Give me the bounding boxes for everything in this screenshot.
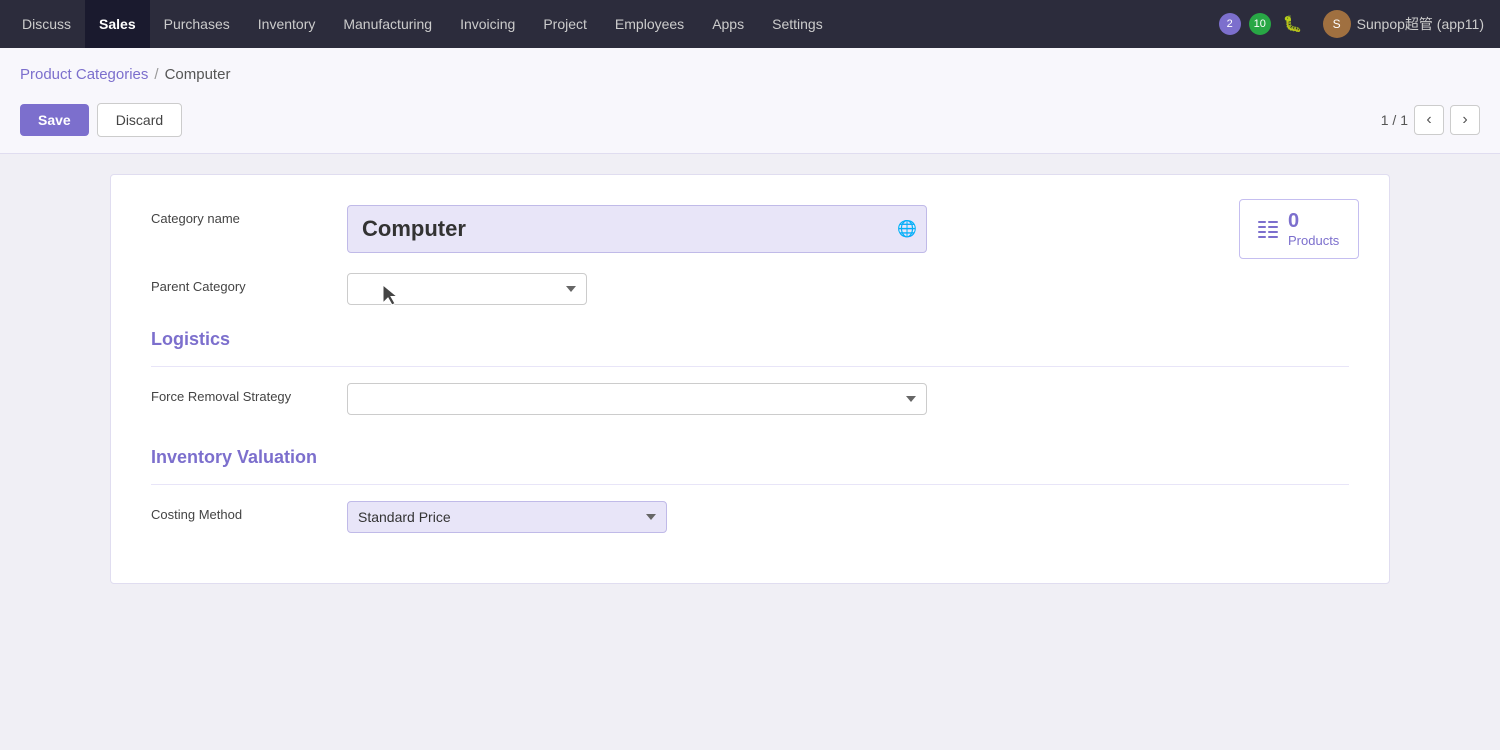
products-smart-button[interactable]: 0 Products (1239, 199, 1359, 259)
costing-method-row: Costing Method Standard Price Average Co… (151, 501, 1349, 533)
badge-messages[interactable]: 2 (1219, 13, 1241, 35)
logistics-divider (151, 366, 1349, 367)
form-card: 0 Products Category name 🌐 Parent Catego… (110, 174, 1390, 584)
nav-manufacturing[interactable]: Manufacturing (329, 0, 446, 48)
main-content: 0 Products Category name 🌐 Parent Catego… (0, 154, 1500, 741)
parent-category-row: Parent Category (151, 273, 1349, 305)
products-label: Products (1288, 233, 1339, 248)
smart-button-content: 0 Products (1288, 210, 1339, 248)
nav-project[interactable]: Project (529, 0, 601, 48)
nav-sales[interactable]: Sales (85, 0, 150, 48)
breadcrumb: Product Categories / Computer (0, 48, 1500, 93)
costing-method-label: Costing Method (151, 501, 331, 522)
parent-category-label: Parent Category (151, 273, 331, 294)
next-button[interactable]: › (1450, 105, 1480, 135)
globe-icon[interactable]: 🌐 (897, 219, 917, 239)
nav-employees[interactable]: Employees (601, 0, 698, 48)
logistics-section-header: Logistics (151, 329, 1349, 350)
avatar: S (1323, 10, 1351, 38)
breadcrumb-current: Computer (165, 66, 231, 83)
category-name-wrapper: 🌐 (347, 205, 927, 253)
pagination-text: 1 / 1 (1381, 112, 1408, 128)
pagination: 1 / 1 ‹ › (1381, 105, 1480, 135)
topnav-right-area: 2 10 🐛 S Sunpop超管 (app11) (1219, 10, 1492, 38)
category-name-label: Category name (151, 205, 331, 226)
products-count: 0 (1288, 210, 1339, 233)
user-label: Sunpop超管 (app11) (1357, 14, 1484, 34)
products-list-icon (1256, 217, 1280, 241)
nav-discuss[interactable]: Discuss (8, 0, 85, 48)
nav-invoicing[interactable]: Invoicing (446, 0, 529, 48)
inventory-valuation-section-header: Inventory Valuation (151, 447, 1349, 468)
force-removal-strategy-select[interactable]: First In First Out (FIFO) Last In First … (347, 383, 927, 415)
inventory-valuation-divider (151, 484, 1349, 485)
smart-button-area: 0 Products (1239, 199, 1359, 259)
nav-settings[interactable]: Settings (758, 0, 837, 48)
bug-icon[interactable]: 🐛 (1279, 10, 1307, 38)
force-removal-strategy-field-area: First In First Out (FIFO) Last In First … (347, 383, 967, 415)
top-navigation: Discuss Sales Purchases Inventory Manufa… (0, 0, 1500, 48)
discard-button[interactable]: Discard (97, 103, 182, 137)
prev-button[interactable]: ‹ (1414, 105, 1444, 135)
force-removal-strategy-label: Force Removal Strategy (151, 383, 331, 404)
nav-inventory[interactable]: Inventory (244, 0, 330, 48)
form-toolbar: Save Discard 1 / 1 ‹ › (0, 93, 1500, 154)
nav-apps[interactable]: Apps (698, 0, 758, 48)
category-name-field-area: 🌐 (347, 205, 967, 253)
breadcrumb-parent-link[interactable]: Product Categories (20, 66, 148, 83)
costing-method-select[interactable]: Standard Price Average Cost (AVCO) First… (347, 501, 667, 533)
nav-purchases[interactable]: Purchases (150, 0, 244, 48)
category-name-row: Category name 🌐 (151, 205, 1349, 253)
force-removal-strategy-row: Force Removal Strategy First In First Ou… (151, 383, 1349, 415)
badge-notifications[interactable]: 10 (1249, 13, 1271, 35)
user-menu[interactable]: S Sunpop超管 (app11) (1315, 10, 1492, 38)
breadcrumb-separator: / (154, 66, 158, 83)
category-name-input[interactable] (347, 205, 927, 253)
costing-method-field-area: Standard Price Average Cost (AVCO) First… (347, 501, 967, 533)
parent-category-field-area (347, 273, 967, 305)
parent-category-select[interactable] (347, 273, 587, 305)
save-button[interactable]: Save (20, 104, 89, 136)
